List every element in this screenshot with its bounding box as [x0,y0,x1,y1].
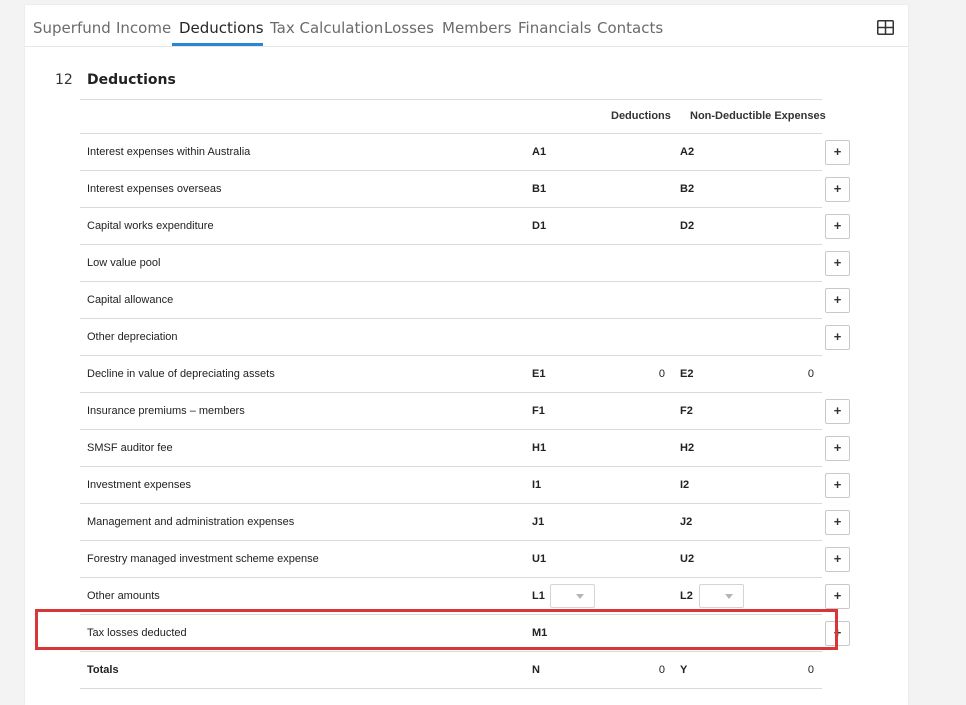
column-header-deductions: Deductions [611,110,671,122]
non-deductible-code: U2 [680,553,695,565]
table-row: Other depreciation + [80,319,850,356]
tab-tax-calculation[interactable]: Tax Calculation [270,19,383,37]
grid-layout-icon[interactable] [877,20,894,35]
tab-members[interactable]: Members [442,19,512,37]
add-button[interactable]: + [825,584,850,609]
non-deductible-code: D2 [680,220,695,232]
add-button[interactable]: + [825,473,850,498]
table-row: Low value pool + [80,245,850,282]
table-row: Capital allowance + [80,282,850,319]
row-label: Investment expenses [87,479,191,491]
deduction-code: E1 [532,368,546,380]
deduction-value: 0 [658,664,665,676]
add-button[interactable]: + [825,436,850,461]
non-deductible-code: I2 [680,479,690,491]
totals-row: Totals N 0 Y 0 [80,652,822,689]
table-row: Interest expenses within Australia A1 A2 + [80,134,850,171]
row-label: Low value pool [87,257,161,269]
tab-income[interactable]: Income [116,19,171,37]
row-label: Interest expenses within Australia [87,146,251,158]
tab-contacts[interactable]: Contacts [597,19,663,37]
add-button[interactable]: + [825,547,850,572]
row-label: Other depreciation [87,331,178,343]
non-deductible-code: E2 [680,368,694,380]
row-label: Interest expenses overseas [87,183,222,195]
divider [80,688,822,689]
tab-superfund[interactable]: Superfund [33,19,111,37]
add-button[interactable]: + [825,288,850,313]
row-label: Insurance premiums – members [87,405,245,417]
table-row: Tax losses deducted M1 + [80,615,850,652]
section-number: 12 [55,72,73,88]
table-row: Management and administration expenses J1… [80,504,850,541]
non-deductible-code: Y [680,664,688,676]
tax-return-panel: Superfund Income Deductions Tax Calculat… [25,5,908,705]
row-label: Decline in value of depreciating assets [87,368,275,380]
row-label: Capital works expenditure [87,220,214,232]
non-deductible-code: H2 [680,442,695,454]
add-button[interactable]: + [825,621,850,646]
deduction-code: U1 [532,553,547,565]
chevron-down-icon [725,594,733,599]
table-row: SMSF auditor fee H1 H2 + [80,430,850,467]
add-button[interactable]: + [825,177,850,202]
divider [80,99,822,100]
deduction-code: H1 [532,442,547,454]
add-button[interactable]: + [825,399,850,424]
row-label: Totals [87,664,119,676]
table-row: Insurance premiums – members F1 F2 + [80,393,850,430]
deduction-code: D1 [532,220,547,232]
tab-deductions[interactable]: Deductions [179,19,264,37]
deduction-code: J1 [532,516,545,528]
deduction-code: B1 [532,183,547,195]
deduction-code: A1 [532,146,547,158]
non-deductible-select[interactable] [699,584,744,608]
add-button[interactable]: + [825,251,850,276]
tab-bar: Superfund Income Deductions Tax Calculat… [25,5,908,47]
non-deductible-code: L2 [680,590,693,602]
add-button[interactable]: + [825,140,850,165]
non-deductible-value: 0 [807,664,814,676]
non-deductible-code: B2 [680,183,695,195]
chevron-down-icon [576,594,584,599]
table-row: Capital works expenditure D1 D2 + [80,208,850,245]
non-deductible-code: A2 [680,146,695,158]
table-row: Investment expenses I1 I2 + [80,467,850,504]
tab-financials[interactable]: Financials [518,19,592,37]
deduction-code: N [532,664,540,676]
active-tab-indicator [172,43,263,46]
non-deductible-code: F2 [680,405,693,417]
row-label: Capital allowance [87,294,174,306]
non-deductible-code: J2 [680,516,693,528]
deduction-value: 0 [658,368,665,380]
deduction-select[interactable] [550,584,595,608]
tab-losses[interactable]: Losses [384,19,434,37]
row-label: Management and administration expenses [87,516,295,528]
row-label: Other amounts [87,590,160,602]
deduction-code: I1 [532,479,542,491]
column-header-non-deductible: Non-Deductible Expenses [690,110,826,122]
deduction-code: L1 [532,590,545,602]
row-label: Forestry managed investment scheme expen… [87,553,319,565]
table-row: Decline in value of depreciating assets E… [80,356,822,393]
add-button[interactable]: + [825,214,850,239]
non-deductible-value: 0 [807,368,814,380]
deduction-code: M1 [532,627,548,639]
row-label: Tax losses deducted [87,627,187,639]
table-row: Forestry managed investment scheme expen… [80,541,850,578]
table-row: Other amounts L1 L2 + [80,578,850,615]
section-title: Deductions [87,72,176,88]
add-button[interactable]: + [825,510,850,535]
add-button[interactable]: + [825,325,850,350]
deduction-code: F1 [532,405,545,417]
table-row: Interest expenses overseas B1 B2 + [80,171,850,208]
row-label: SMSF auditor fee [87,442,173,454]
